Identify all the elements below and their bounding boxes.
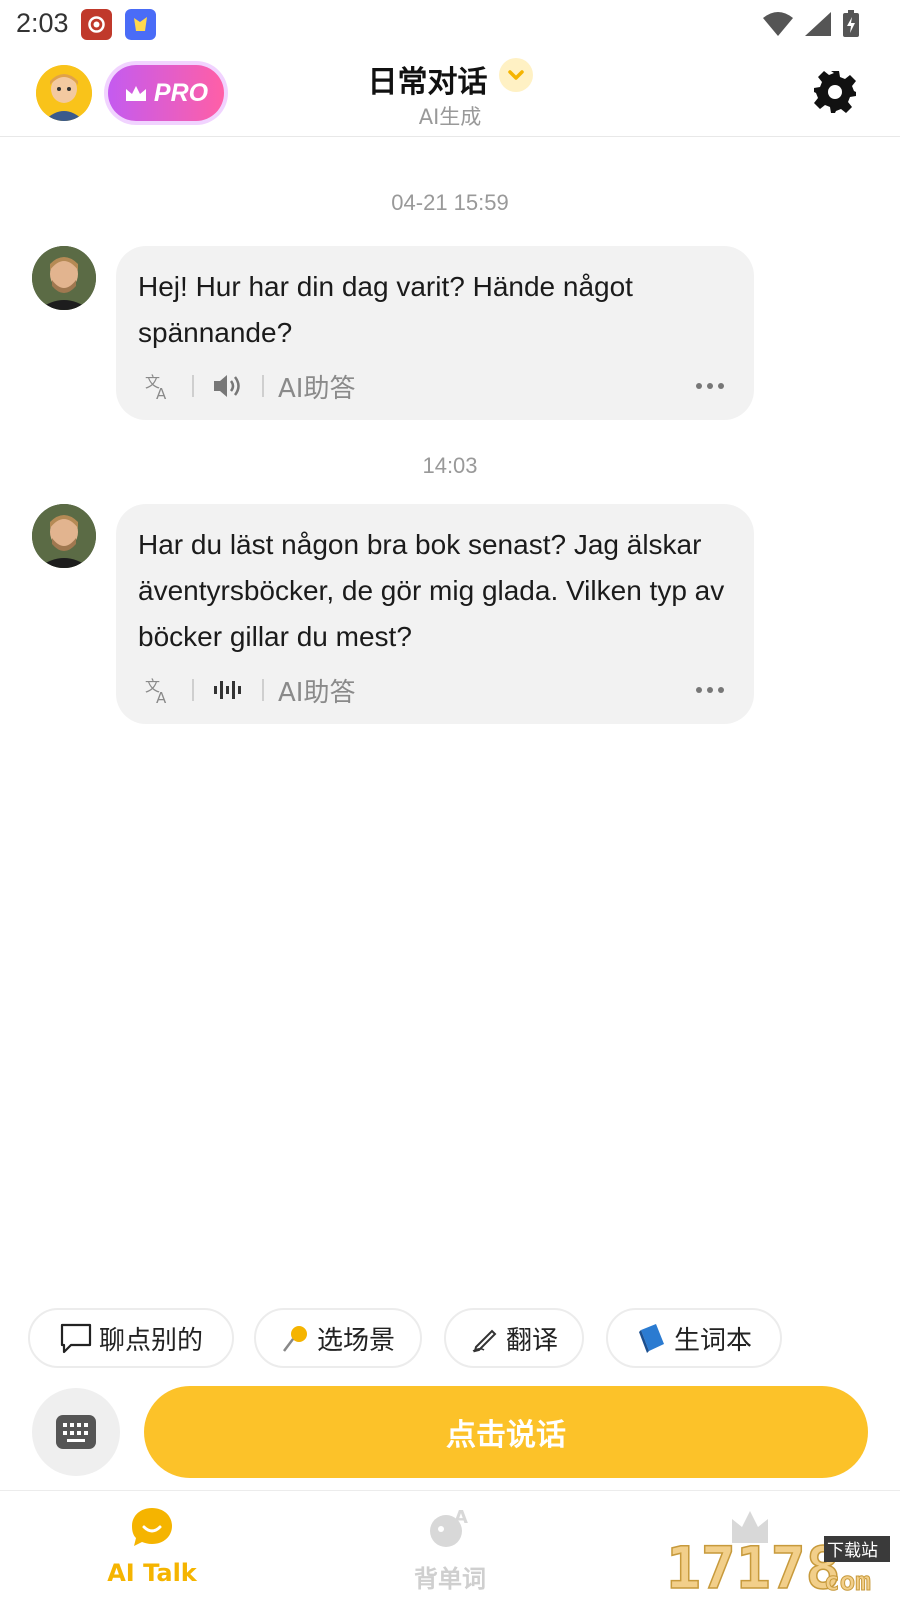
chip-vocabulary-book[interactable]: 生词本	[606, 1308, 782, 1368]
message-actions: 文A AI助答	[138, 366, 732, 406]
ai-answer-button[interactable]: AI助答	[278, 672, 355, 709]
chip-choose-scene[interactable]: 选场景	[254, 1308, 422, 1368]
tutor-avatar[interactable]	[32, 246, 96, 310]
chip-label: 选场景	[316, 1325, 395, 1356]
chip-label: 翻译	[505, 1325, 558, 1356]
nav-vocabulary[interactable]: A 背单词	[370, 1505, 530, 1594]
chip-change-topic[interactable]: 聊点别的	[28, 1308, 234, 1368]
message-text: Hej! Hur har din dag varit? Hände något …	[138, 271, 633, 348]
app-icon-2	[125, 9, 156, 40]
conversation-selector[interactable]: 日常对话	[0, 57, 900, 101]
speak-button[interactable]: 点击说话	[144, 1386, 868, 1478]
pen-icon	[472, 1329, 497, 1353]
more-options-icon[interactable]	[692, 370, 728, 402]
divider	[262, 679, 264, 701]
chat-bubble-icon	[60, 1323, 92, 1354]
message-timestamp: 04-21 15:59	[391, 190, 509, 215]
wifi-icon	[763, 12, 793, 36]
sound-wave-icon[interactable]	[208, 670, 248, 710]
app-header: PRO 日常对话 AI生成	[0, 55, 900, 137]
chip-label: 生词本	[673, 1325, 752, 1356]
app-icon-1	[81, 9, 112, 40]
signal-icon	[805, 12, 831, 36]
keyboard-button[interactable]	[32, 1388, 120, 1476]
svg-text:A: A	[156, 689, 167, 705]
svg-text:A: A	[156, 385, 167, 401]
watermark-com: com	[824, 1567, 871, 1596]
svg-text:A: A	[454, 1507, 468, 1528]
nav-label: AI Talk	[107, 1559, 197, 1587]
message-bubble: Hej! Hur har din dag varit? Hände något …	[116, 246, 754, 420]
chat-face-icon	[132, 1508, 172, 1546]
page-title: 日常对话	[367, 65, 488, 100]
keyboard-icon	[56, 1415, 96, 1449]
tutor-avatar[interactable]	[32, 504, 96, 568]
status-bar: 2:03	[0, 0, 900, 50]
chip-label: 聊点别的	[98, 1325, 203, 1356]
speaker-icon[interactable]	[208, 366, 248, 406]
gear-icon[interactable]	[812, 69, 858, 115]
message-timestamp: 14:03	[422, 453, 478, 478]
message-actions: 文A AI助答	[138, 670, 732, 710]
nav-label: 背单词	[414, 1565, 486, 1593]
message-bubble: Har du läst någon bra bok senast? Jag äl…	[116, 504, 754, 724]
translate-icon[interactable]: 文A	[138, 366, 178, 406]
watermark-logo: 17178 下载站 com	[665, 1533, 890, 1596]
message-text: Har du läst någon bra bok senast? Jag äl…	[138, 529, 725, 652]
chip-translate[interactable]: 翻译	[444, 1308, 584, 1368]
nav-ai-talk[interactable]: AI Talk	[72, 1505, 232, 1587]
divider	[262, 375, 264, 397]
divider	[192, 679, 194, 701]
watermark-number: 17178	[666, 1534, 841, 1596]
chevron-down-icon[interactable]	[498, 58, 533, 92]
battery-charging-icon	[843, 10, 859, 37]
watermark-sub: 下载站	[827, 1541, 878, 1561]
status-time: 2:03	[16, 8, 69, 38]
status-icons	[762, 10, 860, 38]
word-icon: A	[430, 1507, 468, 1547]
page-subtitle: AI生成	[418, 105, 482, 129]
translate-icon[interactable]: 文A	[138, 670, 178, 710]
pin-icon	[282, 1326, 307, 1352]
more-options-icon[interactable]	[692, 674, 728, 706]
divider	[192, 375, 194, 397]
ai-answer-button[interactable]: AI助答	[278, 368, 355, 405]
book-icon	[638, 1324, 664, 1353]
